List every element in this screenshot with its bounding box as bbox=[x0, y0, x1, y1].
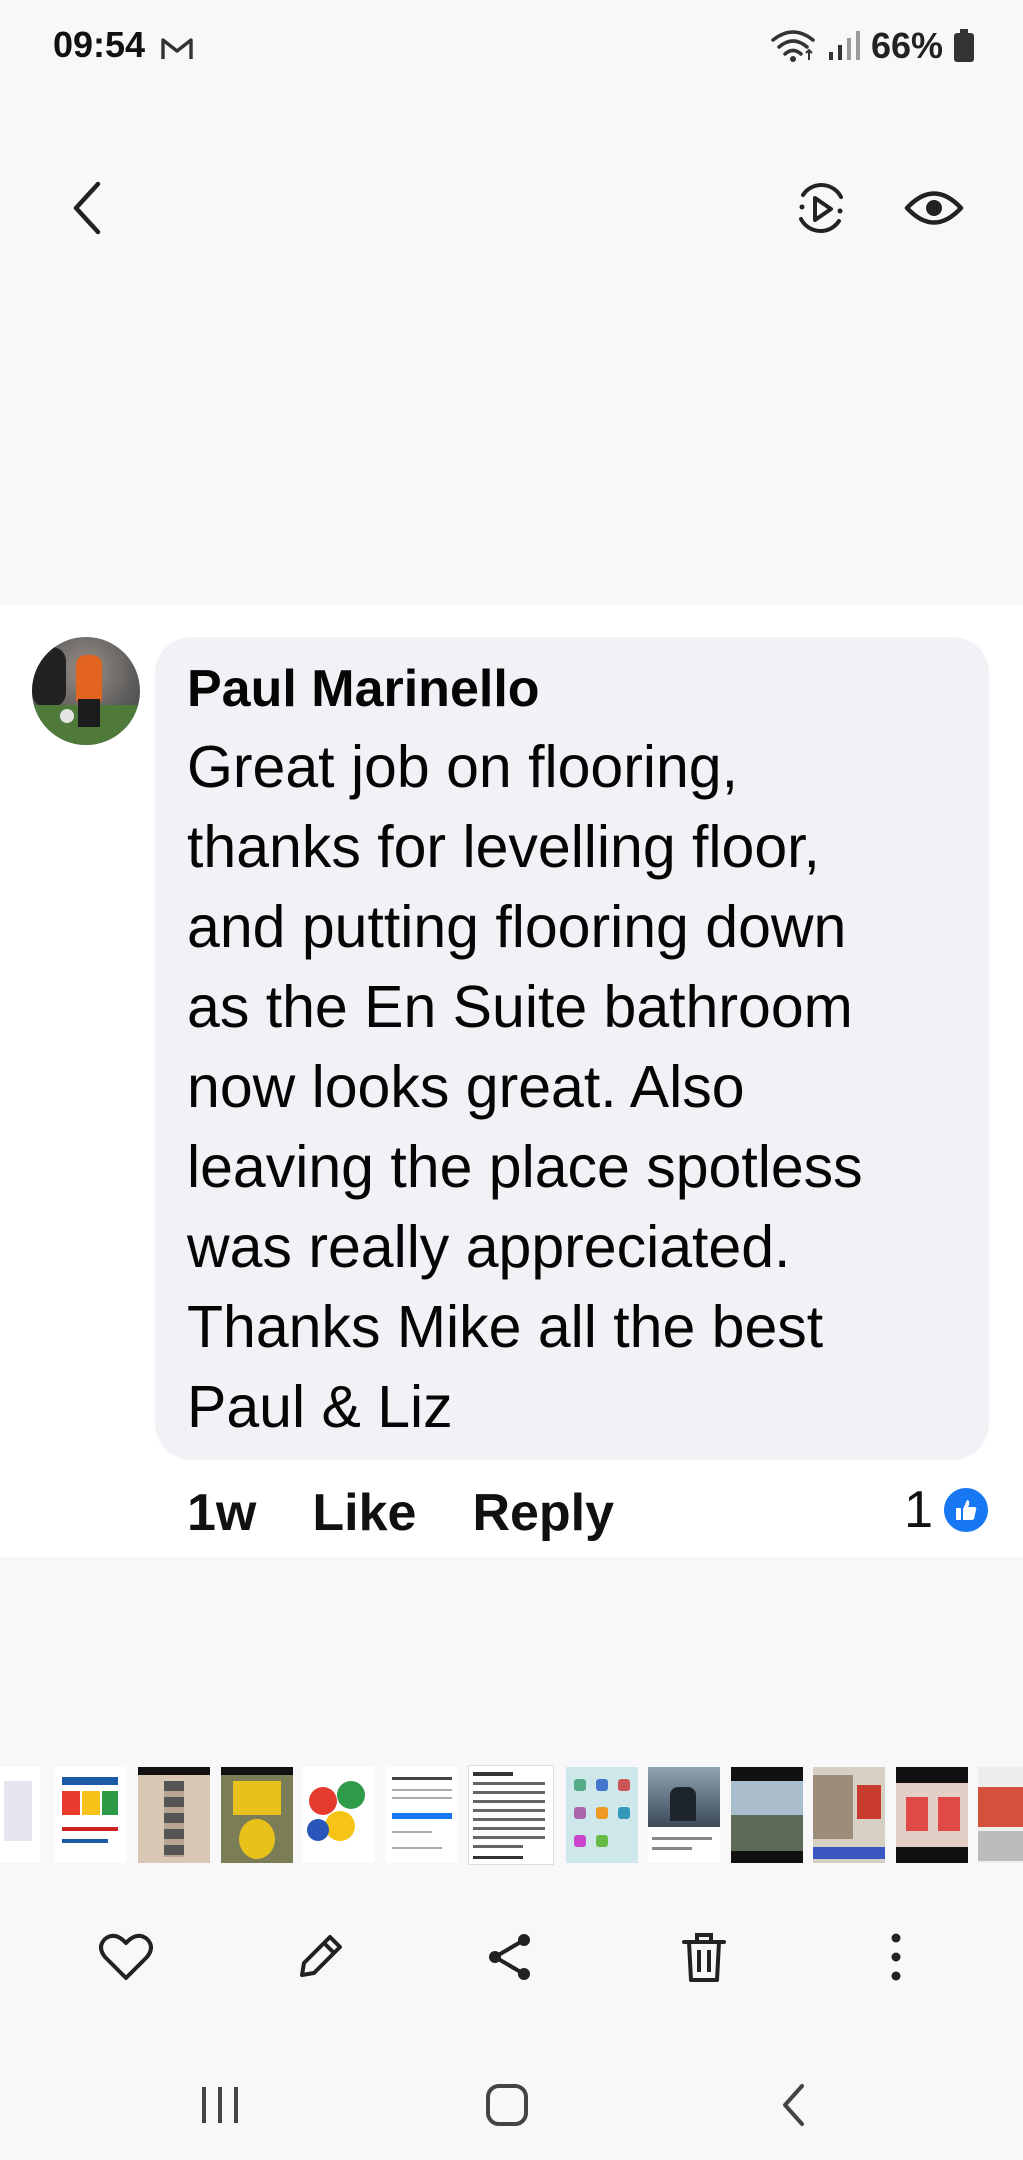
system-nav-bar bbox=[0, 2050, 1023, 2160]
viewer-header bbox=[0, 95, 1023, 605]
eye-icon bbox=[904, 191, 964, 225]
home-icon bbox=[486, 2084, 528, 2126]
comment-bubble: Paul Marinello Great job on flooring, th… bbox=[155, 637, 989, 1460]
favorite-button[interactable] bbox=[94, 1925, 158, 1989]
reaction-summary: 1 bbox=[904, 1480, 991, 1540]
thumbnail[interactable] bbox=[648, 1767, 720, 1863]
trash-icon bbox=[682, 1933, 726, 1982]
back-nav-button[interactable] bbox=[753, 2075, 833, 2135]
status-icons: 66% bbox=[769, 24, 975, 68]
share-button[interactable] bbox=[478, 1925, 542, 1989]
thumbnail-strip[interactable] bbox=[0, 1765, 1023, 1865]
comment-actions: 1w Like Reply bbox=[187, 1478, 670, 1548]
thumbnail[interactable] bbox=[54, 1767, 126, 1863]
thumbnail[interactable] bbox=[303, 1767, 375, 1863]
comment-text: Great job on flooring, thanks for levell… bbox=[187, 734, 863, 1440]
battery-icon bbox=[954, 29, 974, 62]
battery-percent: 66% bbox=[870, 25, 943, 66]
thumbnail[interactable] bbox=[386, 1767, 458, 1863]
home-button[interactable] bbox=[467, 2075, 547, 2135]
edit-button[interactable] bbox=[288, 1925, 352, 1989]
motion-photo-icon bbox=[799, 183, 843, 233]
avatar bbox=[32, 637, 140, 745]
gmail-icon bbox=[160, 36, 194, 67]
thumbnail[interactable] bbox=[978, 1767, 1023, 1863]
share-icon bbox=[489, 1934, 530, 1980]
back-button[interactable] bbox=[62, 178, 112, 238]
signal-icon bbox=[828, 31, 860, 60]
thumbnail[interactable] bbox=[731, 1767, 803, 1863]
heart-icon bbox=[99, 1933, 153, 1980]
thumbnail[interactable] bbox=[896, 1767, 968, 1863]
reply-link: Reply bbox=[472, 1484, 615, 1542]
edit-pencil-icon bbox=[300, 1935, 342, 1977]
motion-photo-button[interactable] bbox=[790, 178, 852, 240]
view-info-button[interactable] bbox=[902, 180, 966, 236]
more-vertical-icon bbox=[891, 1933, 901, 1981]
delete-button[interactable] bbox=[672, 1925, 736, 1989]
back-nav-icon bbox=[783, 2084, 804, 2126]
comment-time: 1w bbox=[187, 1484, 257, 1542]
thumbnail[interactable] bbox=[0, 1767, 40, 1863]
recent-apps-button[interactable] bbox=[180, 2075, 260, 2135]
thumbnail[interactable] bbox=[221, 1767, 293, 1863]
status-time: 09:54 bbox=[53, 24, 146, 65]
back-icon bbox=[73, 181, 101, 235]
like-link: Like bbox=[312, 1484, 417, 1542]
reaction-count: 1 bbox=[904, 1481, 933, 1539]
thumbnail[interactable] bbox=[813, 1767, 885, 1863]
thumbs-up-icon bbox=[941, 1485, 991, 1535]
comment-author: Paul Marinello bbox=[187, 660, 540, 718]
more-options-button[interactable] bbox=[864, 1925, 928, 1989]
thumbnail-current[interactable] bbox=[468, 1765, 554, 1865]
status-bar: 09:54 66% bbox=[0, 0, 1023, 95]
wifi-icon bbox=[771, 30, 815, 62]
thumbnail[interactable] bbox=[138, 1767, 210, 1863]
recent-apps-icon bbox=[202, 2087, 238, 2123]
thumbnail[interactable] bbox=[566, 1767, 638, 1863]
bottom-toolbar bbox=[0, 1905, 1023, 2005]
